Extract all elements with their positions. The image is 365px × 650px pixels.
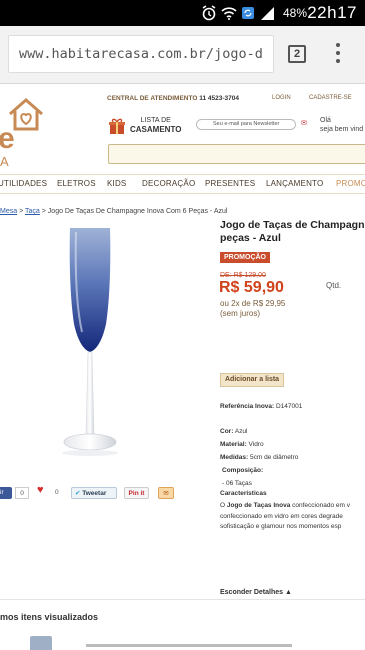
support-phone: 11 4523-3704 bbox=[199, 95, 239, 102]
spec-composition-value: - 06 Taças bbox=[222, 480, 252, 487]
spec-material: Material: Vidro bbox=[220, 441, 264, 448]
login-link[interactable]: LOGIN bbox=[272, 95, 291, 101]
email-share-icon[interactable]: ✉ bbox=[158, 487, 174, 499]
nav-item-kids[interactable]: KIDS bbox=[107, 179, 126, 188]
add-to-list-button[interactable]: Adicionar a lista bbox=[220, 373, 285, 387]
spec-color-label: Cor: bbox=[220, 428, 234, 435]
alarm-icon bbox=[202, 5, 216, 21]
newsletter-input[interactable]: Seu e-mail para Newsletter bbox=[196, 119, 296, 130]
heart-icon[interactable]: ♥ bbox=[37, 485, 44, 497]
overflow-menu-icon[interactable] bbox=[334, 43, 342, 65]
spec-material-label: Material: bbox=[220, 441, 247, 448]
recently-viewed-thumbnail[interactable] bbox=[30, 636, 52, 650]
logo-subtext: A bbox=[0, 154, 10, 169]
quantity-label: Qtd. bbox=[326, 281, 342, 290]
spec-characteristics-label: Características bbox=[220, 490, 267, 497]
newsletter-submit-icon[interactable]: ✉ bbox=[301, 119, 307, 127]
tab-switcher-button[interactable]: 2 bbox=[288, 45, 306, 63]
hide-details-toggle[interactable]: Esconder Detalhes ▲ bbox=[220, 589, 292, 596]
breadcrumb-current: Jogo De Taças De Champagne Inova Com 6 P… bbox=[47, 208, 228, 215]
breadcrumb-separator: > bbox=[41, 208, 46, 215]
spec-reference-label: Referência Inova: bbox=[220, 403, 275, 410]
description-line3: sofisticação e glamour nos momentos esp bbox=[220, 523, 342, 530]
search-input[interactable] bbox=[108, 144, 365, 164]
facebook-like-count: 0 bbox=[15, 487, 29, 499]
url-bar[interactable]: www.habitarecasa.com.br/jogo-d bbox=[8, 35, 274, 73]
spec-reference-value: D147001 bbox=[276, 403, 303, 410]
recently-viewed-title: mos itens visualizados bbox=[0, 612, 99, 622]
spec-color-value: Azul bbox=[234, 428, 248, 435]
spec-reference: Referência Inova: D147001 bbox=[220, 403, 302, 410]
logo-text[interactable]: e bbox=[0, 122, 15, 156]
nav-item-utilidades[interactable]: UTILIDADES bbox=[0, 179, 47, 188]
description-product-name: Jogo de Taças Inova bbox=[226, 502, 291, 509]
breadcrumb-separator: > bbox=[19, 208, 24, 215]
spec-characteristics-title: Características bbox=[220, 490, 267, 497]
twitter-bird-icon: ✔ bbox=[75, 490, 81, 497]
description-line1: O Jogo de Taças Inova confeccionado em v bbox=[220, 501, 365, 512]
spec-composition-label: Composição: bbox=[222, 467, 263, 474]
product-title-line2: peças - Azul bbox=[220, 232, 281, 244]
support-line: CENTRAL DE ATENDIMENTO 11 4523-3704 bbox=[107, 95, 239, 102]
signal-icon bbox=[261, 7, 274, 20]
status-icons bbox=[201, 4, 275, 22]
support-label: CENTRAL DE ATENDIMENTO bbox=[107, 95, 198, 102]
welcome-line2: seja bem vind bbox=[320, 126, 364, 133]
nav-item-eletros[interactable]: ELETROS bbox=[57, 179, 96, 188]
nav-item-presentes[interactable]: PRESENTES bbox=[205, 179, 255, 188]
product-title-line1: Jogo de Taças de Champagn bbox=[220, 219, 365, 231]
wedding-list-link[interactable]: LISTA DE CASAMENTO bbox=[108, 116, 181, 135]
gift-icon bbox=[109, 118, 125, 134]
installment-text: ou 2x de R$ 29,95 bbox=[220, 299, 286, 308]
favorite-count: 0 bbox=[55, 489, 59, 496]
status-bar: 48% 22h17 bbox=[0, 0, 365, 26]
category-nav: UTILIDADES ELETROS KIDS DECORAÇÃO PRESEN… bbox=[0, 174, 365, 194]
tweet-label: Tweetar bbox=[82, 490, 107, 497]
hide-details-label: Esconder Detalhes bbox=[220, 589, 284, 596]
signup-link[interactable]: CADASTRE-SE bbox=[309, 95, 352, 101]
old-price: DE: R$ 129,00 bbox=[220, 272, 266, 279]
nav-item-decoracao[interactable]: DECORAÇÃO bbox=[142, 179, 195, 188]
pinterest-button[interactable]: Pin it bbox=[124, 487, 149, 499]
spec-size-label: Medidas: bbox=[220, 454, 249, 461]
wifi-icon bbox=[221, 7, 237, 20]
product-title: Jogo de Taças de Champagn peças - Azul bbox=[220, 219, 365, 245]
tweet-button[interactable]: ✔ Tweetar bbox=[71, 487, 117, 499]
promo-badge: PROMOÇÃO bbox=[220, 252, 270, 263]
clock: 22h17 bbox=[307, 3, 357, 22]
spec-size-value: 5cm de diâmetro bbox=[249, 454, 299, 461]
wedding-list-line2: CASAMENTO bbox=[130, 125, 182, 134]
installment-note: (sem juros) bbox=[220, 309, 261, 318]
nav-item-lancamento[interactable]: LANÇAMENTO bbox=[266, 179, 323, 188]
welcome-text: Olá seja bem vind bbox=[320, 116, 363, 134]
product-image[interactable] bbox=[50, 224, 130, 460]
breadcrumb-taca[interactable]: Taça bbox=[25, 208, 40, 215]
welcome-line1: Olá bbox=[320, 117, 331, 124]
product-description: O Jogo de Taças Inova confeccionado em v… bbox=[220, 501, 365, 533]
breadcrumb: Mesa > Taça > Jogo De Taças De Champagne… bbox=[0, 208, 227, 215]
description-line2: confeccionado em vidro em cores degrade bbox=[220, 512, 343, 520]
spec-color: Cor: Azul bbox=[220, 428, 247, 435]
carousel-scroll-indicator bbox=[86, 644, 292, 647]
section-divider bbox=[0, 599, 365, 600]
battery-level: 48% bbox=[282, 6, 307, 20]
spec-material-value: Vidro bbox=[248, 441, 264, 448]
nav-item-promo[interactable]: PROMO bbox=[336, 179, 365, 188]
spec-size: Medidas: 5cm de diâmetro bbox=[220, 454, 298, 461]
facebook-like-button[interactable]: ir bbox=[0, 487, 12, 499]
spec-composition-title: Composição: bbox=[222, 467, 264, 474]
description-prefix: O bbox=[220, 502, 227, 509]
current-price: R$ 59,90 bbox=[219, 279, 284, 296]
sync-icon bbox=[242, 7, 254, 19]
breadcrumb-mesa[interactable]: Mesa bbox=[0, 208, 17, 215]
wedding-list-label: LISTA DE CASAMENTO bbox=[130, 116, 181, 135]
wedding-list-line1: LISTA DE bbox=[140, 117, 171, 124]
caret-up-icon: ▲ bbox=[284, 589, 292, 596]
description-suffix: confeccionado em v bbox=[290, 502, 350, 509]
browser-toolbar: www.habitarecasa.com.br/jogo-d 2 bbox=[0, 26, 365, 84]
